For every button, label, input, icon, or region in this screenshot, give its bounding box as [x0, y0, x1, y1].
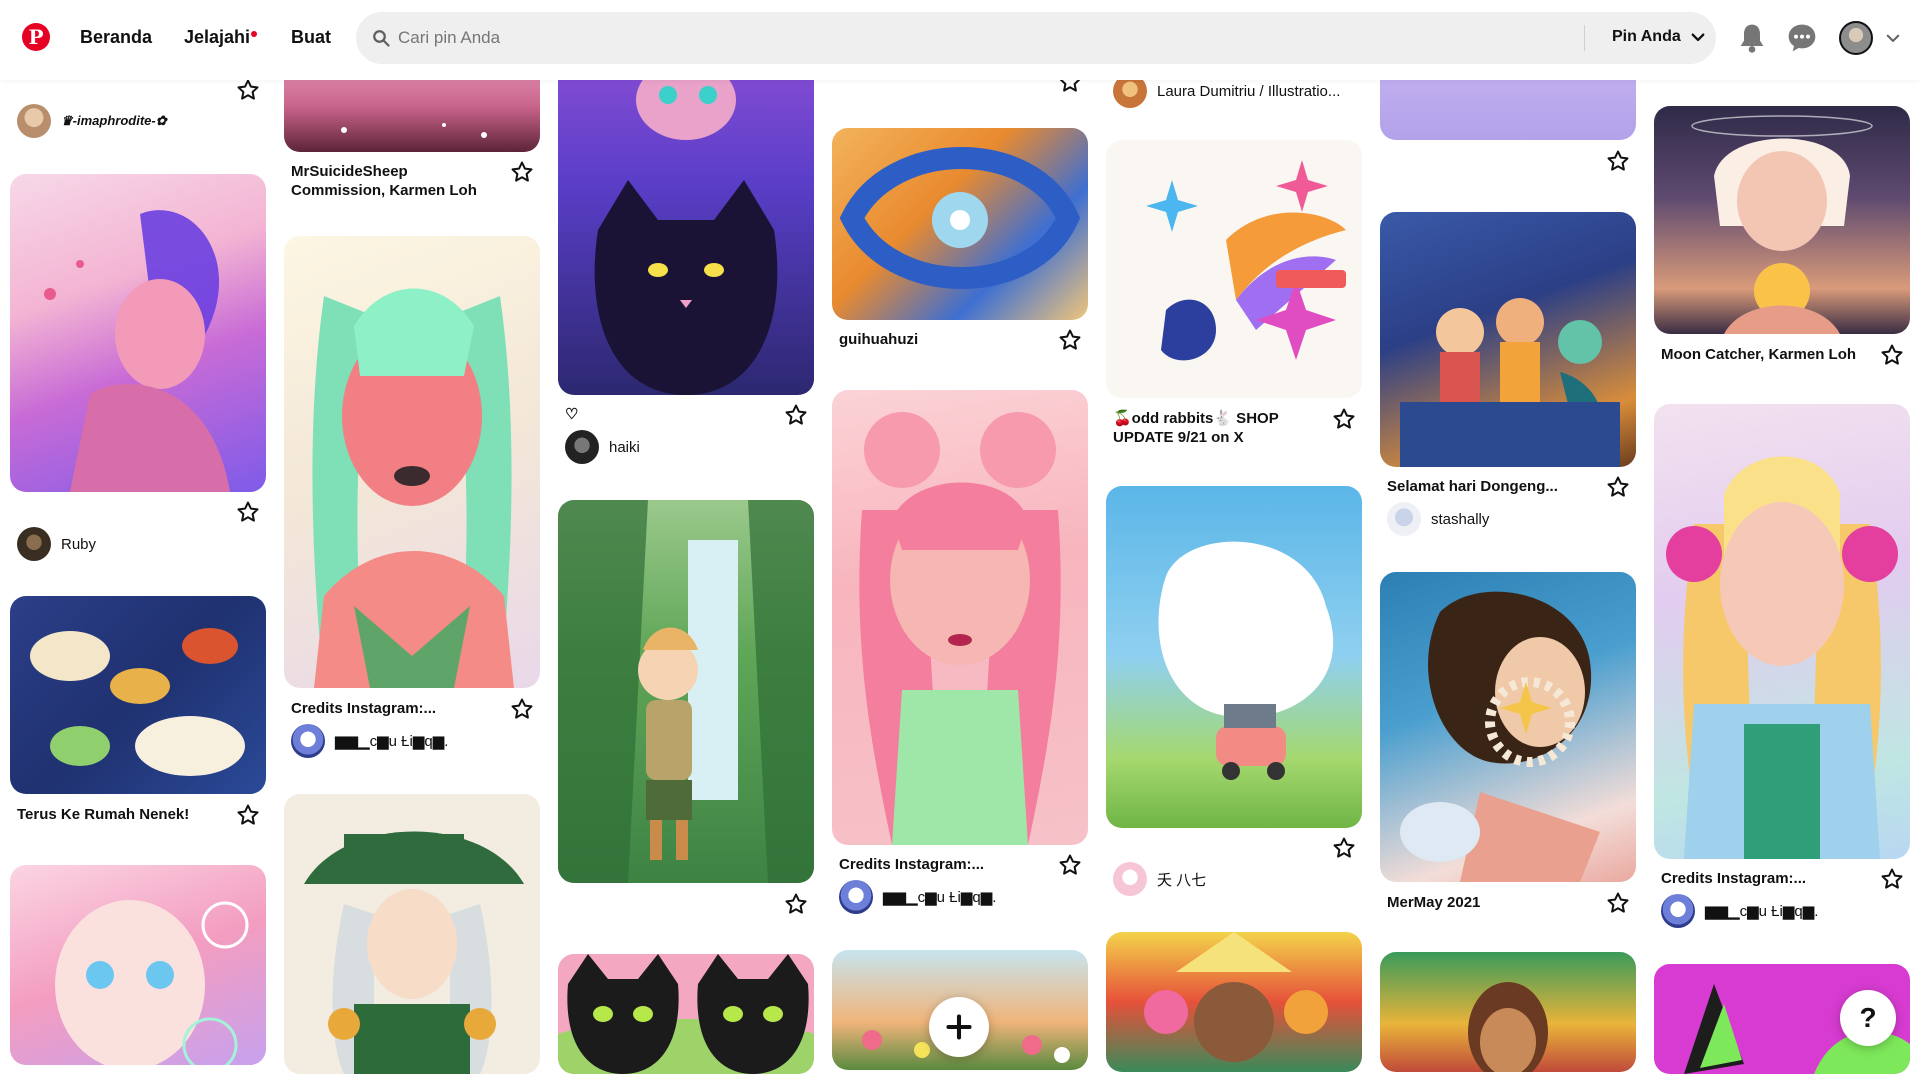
- avatar: [565, 430, 599, 464]
- add-pin-button[interactable]: [929, 997, 989, 1057]
- pin-image[interactable]: [1106, 932, 1362, 1072]
- save-star-icon[interactable]: [1606, 149, 1630, 173]
- pin-author[interactable]: ▆▆▁c▆u Ƚi▆q▆.: [1661, 894, 1818, 928]
- help-button[interactable]: ?: [1840, 990, 1896, 1046]
- search-scope-dropdown[interactable]: Pin Anda: [1612, 28, 1705, 46]
- pin-author[interactable]: ▆▆▁c▆u Ƚi▆q▆.: [291, 724, 448, 758]
- pin-author[interactable]: 夭 八七: [1113, 862, 1206, 896]
- avatar: [1387, 502, 1421, 536]
- pin-image[interactable]: [558, 500, 814, 883]
- nav-explore[interactable]: Jelajahi: [184, 27, 250, 48]
- chevron-down-icon[interactable]: [1886, 31, 1900, 45]
- pin-title[interactable]: Selamat hari Dongeng...: [1387, 477, 1558, 496]
- pin-title[interactable]: Credits Instagram:...: [839, 855, 984, 874]
- pin-image[interactable]: [832, 390, 1088, 845]
- pin-image[interactable]: [832, 128, 1088, 320]
- save-star-icon[interactable]: [1332, 407, 1356, 431]
- scope-label: Pin Anda: [1612, 28, 1681, 45]
- plus-icon: [946, 1014, 972, 1040]
- pin-image[interactable]: [10, 596, 266, 794]
- pin-author[interactable]: ♛-imaphrodite-✿: [17, 104, 167, 138]
- avatar: [839, 880, 873, 914]
- pin-image[interactable]: [558, 40, 814, 395]
- chevron-down-icon: [1691, 33, 1705, 42]
- save-star-icon[interactable]: [1058, 328, 1082, 352]
- search-input[interactable]: [398, 24, 1498, 52]
- author-name: haiki: [609, 438, 640, 456]
- pin-title[interactable]: Moon Catcher, Karmen Loh: [1661, 345, 1856, 364]
- pin-image[interactable]: [1380, 572, 1636, 882]
- pin-image[interactable]: [284, 794, 540, 1074]
- author-name: Ruby: [61, 535, 97, 553]
- pin-image[interactable]: [1380, 212, 1636, 467]
- save-star-icon[interactable]: [236, 803, 260, 827]
- avatar: [17, 527, 51, 561]
- save-star-icon[interactable]: [1880, 867, 1904, 891]
- avatar: [17, 104, 51, 138]
- profile-avatar[interactable]: [1839, 21, 1873, 55]
- avatar: [291, 724, 325, 758]
- pinterest-logo[interactable]: P: [22, 23, 50, 51]
- pin-image[interactable]: [284, 236, 540, 688]
- pin-title[interactable]: MrSuicideSheep Commission, Karmen Loh: [291, 162, 481, 200]
- logo-letter: P: [28, 25, 44, 49]
- avatar: [1661, 894, 1695, 928]
- save-star-icon[interactable]: [1606, 891, 1630, 915]
- save-star-icon[interactable]: [784, 403, 808, 427]
- pin-author[interactable]: haiki: [565, 430, 640, 464]
- save-star-icon[interactable]: [1606, 475, 1630, 499]
- pin-image[interactable]: [1106, 140, 1362, 398]
- save-star-icon[interactable]: [510, 160, 534, 184]
- author-name: Laura Dumitriu / Illustratio...: [1157, 82, 1341, 100]
- pin-title[interactable]: Terus Ke Rumah Nenek!: [17, 805, 189, 824]
- avatar: [1113, 862, 1147, 896]
- pin-image[interactable]: [1654, 404, 1910, 859]
- pin-grid: ♛-imaphrodite-✿ Ruby Terus Ke Rumah Nene…: [0, 0, 1920, 1074]
- author-name: ▆▆▁c▆u Ƚi▆q▆.: [1705, 903, 1819, 920]
- save-star-icon[interactable]: [1880, 343, 1904, 367]
- pin-title[interactable]: Credits Instagram:...: [1661, 869, 1806, 888]
- pin-title[interactable]: guihuahuzi: [839, 330, 918, 349]
- search-divider: [1584, 25, 1585, 51]
- pin-image[interactable]: [1654, 106, 1910, 334]
- top-header: P Beranda Jelajahi Buat Pin Anda: [0, 0, 1920, 80]
- save-star-icon[interactable]: [510, 697, 534, 721]
- save-star-icon[interactable]: [1332, 836, 1356, 860]
- author-name: stashally: [1431, 510, 1490, 528]
- pin-author[interactable]: ▆▆▁c▆u Ƚi▆q▆.: [839, 880, 996, 914]
- pin-image[interactable]: [10, 865, 266, 1065]
- save-star-icon[interactable]: [784, 892, 808, 916]
- search-bar[interactable]: Pin Anda: [356, 12, 1716, 64]
- nav-create[interactable]: Buat: [291, 27, 331, 48]
- author-name: ▆▆▁c▆u Ƚi▆q▆.: [883, 889, 997, 906]
- bell-icon[interactable]: [1736, 22, 1768, 54]
- author-name: ▆▆▁c▆u Ƚi▆q▆.: [335, 733, 449, 750]
- pin-image[interactable]: [1380, 952, 1636, 1072]
- pin-title[interactable]: MerMay 2021: [1387, 893, 1480, 912]
- author-name: 夭 八七: [1157, 871, 1207, 889]
- pin-title[interactable]: 🍒odd rabbits🐇 SHOP UPDATE 9/21 on X: [1113, 409, 1303, 447]
- pin-title[interactable]: ♡: [565, 405, 578, 424]
- author-name: ♛-imaphrodite-✿: [61, 113, 167, 128]
- pin-title[interactable]: Credits Instagram:...: [291, 699, 436, 718]
- nav-home[interactable]: Beranda: [80, 27, 152, 48]
- explore-notification-dot: [251, 31, 257, 37]
- pin-image[interactable]: [1106, 486, 1362, 828]
- search-icon: [373, 30, 390, 47]
- save-star-icon[interactable]: [1058, 853, 1082, 877]
- save-star-icon[interactable]: [236, 500, 260, 524]
- pin-image[interactable]: [10, 174, 266, 492]
- pin-author[interactable]: Ruby: [17, 527, 96, 561]
- save-star-icon[interactable]: [236, 78, 260, 102]
- pin-author[interactable]: stashally: [1387, 502, 1489, 536]
- pin-image[interactable]: [558, 954, 814, 1074]
- messages-icon[interactable]: [1786, 22, 1818, 54]
